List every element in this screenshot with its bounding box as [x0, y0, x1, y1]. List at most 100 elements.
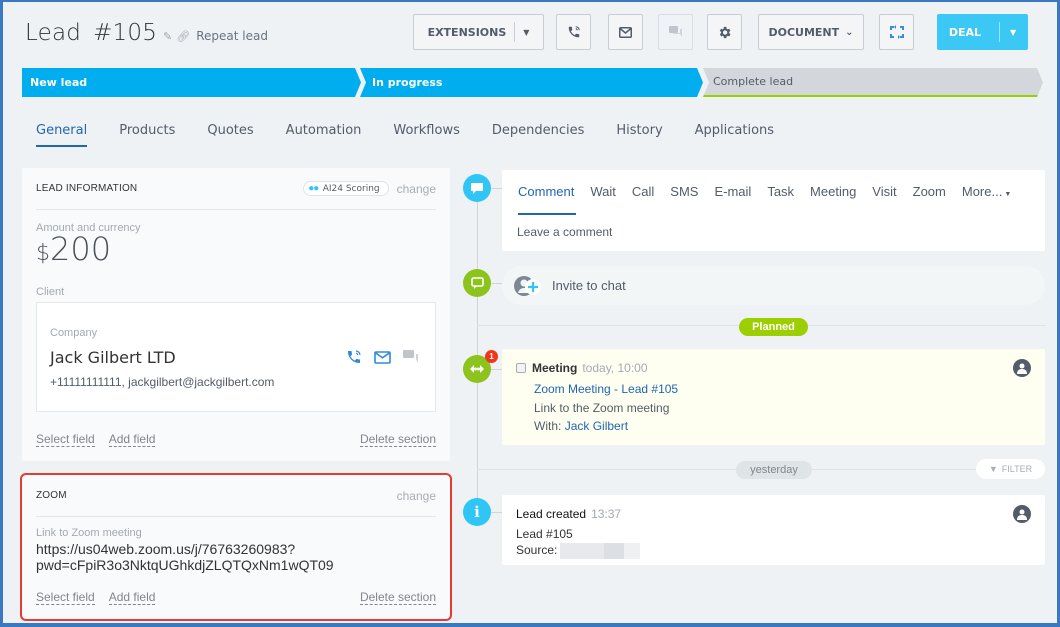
envelope-icon: [619, 26, 632, 38]
select-field-link[interactable]: Select field: [36, 432, 95, 447]
refresh-arrows-icon: [889, 25, 904, 39]
amount-number: 200: [50, 230, 112, 268]
ai-scoring-badge[interactable]: ⦁⦁ AI24 Scoring: [302, 181, 389, 196]
chat-bubbles-icon[interactable]: [403, 349, 419, 365]
lead-information-card: LEAD INFORMATION ⦁⦁ AI24 Scoring change …: [22, 168, 450, 461]
stage-label: Complete lead: [713, 75, 794, 88]
currency-symbol: $: [36, 241, 50, 266]
activity-tab-comment[interactable]: Comment: [518, 184, 574, 199]
tab-applications[interactable]: Applications: [695, 123, 774, 147]
amount-value[interactable]: $200: [36, 230, 111, 268]
company-label: Company: [50, 327, 98, 339]
tab-dependencies[interactable]: Dependencies: [492, 123, 585, 147]
comment-timeline-icon: [463, 174, 491, 202]
complete-checkbox[interactable]: [516, 363, 526, 373]
section-actions: Select field Add field Delete section: [36, 590, 436, 605]
participant-link[interactable]: Jack Gilbert: [565, 419, 628, 433]
invite-to-chat[interactable]: Invite to chat: [502, 266, 1045, 305]
activity-tab-zoom[interactable]: Zoom: [913, 184, 946, 199]
timeline-line: [477, 190, 478, 510]
activity-tab-more[interactable]: More... ▼: [962, 184, 1011, 199]
email-button[interactable]: [608, 14, 643, 50]
invite-label: Invite to chat: [552, 278, 626, 293]
chevron-down-icon: ⌄: [845, 26, 854, 38]
activity-tab-visit[interactable]: Visit: [872, 184, 896, 199]
activity-tab-meeting[interactable]: Meeting: [810, 184, 856, 199]
convert-button[interactable]: [879, 14, 914, 50]
activity-type: Lead created: [516, 507, 587, 521]
scoring-label: AI24 Scoring: [322, 183, 380, 194]
tab-workflows[interactable]: Workflows: [393, 123, 459, 147]
zoom-link-line: pwd=cFpiR3o3NktqUGhkdjZLQTQxNm1wQT09: [36, 557, 334, 573]
call-button[interactable]: [556, 14, 591, 50]
filter-icon: ▼: [988, 464, 998, 474]
comment-input[interactable]: Leave a comment: [517, 225, 612, 239]
zoom-link-label: Link to Zoom meeting: [36, 527, 142, 539]
activity-tab-wait[interactable]: Wait: [590, 184, 616, 199]
tab-history[interactable]: History: [616, 123, 662, 147]
client-box: Company Jack Gilbert LTD +11111111111, j…: [36, 302, 436, 412]
activity-tab-email[interactable]: E-mail: [714, 184, 751, 199]
activity-time: today, 10:00: [582, 361, 648, 375]
user-avatar-icon[interactable]: [1013, 359, 1031, 377]
lead-created-activity: Lead created 13:37 Lead #105 Source:: [502, 495, 1045, 565]
deal-button[interactable]: DEAL ▼: [937, 14, 1028, 50]
card-header: LEAD INFORMATION ⦁⦁ AI24 Scoring change: [36, 168, 436, 210]
deal-label: DEAL: [948, 25, 981, 39]
active-tab-underline: [518, 213, 576, 215]
zoom-meeting-link[interactable]: https://us04web.zoom.us/j/76763260983? p…: [36, 541, 334, 573]
card-title: ZOOM: [36, 490, 67, 501]
phone-icon[interactable]: [346, 349, 362, 365]
chevron-down-icon[interactable]: ▼: [523, 28, 529, 37]
activity-tab-call[interactable]: Call: [632, 184, 654, 199]
document-label: DOCUMENT: [768, 25, 840, 39]
stage-in-progress[interactable]: In progress: [360, 68, 703, 97]
meeting-description: Link to the Zoom meeting: [534, 401, 670, 415]
meeting-subject-link[interactable]: Zoom Meeting - Lead #105: [534, 382, 678, 396]
meeting-activity: Meeting today, 10:00 Zoom Meeting - Lead…: [502, 349, 1045, 445]
tab-products[interactable]: Products: [119, 123, 175, 147]
company-name[interactable]: Jack Gilbert LTD: [50, 348, 176, 367]
tab-automation[interactable]: Automation: [286, 123, 362, 147]
add-field-link[interactable]: Add field: [108, 590, 156, 605]
envelope-icon[interactable]: [374, 350, 391, 364]
tab-general[interactable]: General: [36, 123, 88, 147]
chat-button[interactable]: [658, 14, 693, 50]
settings-button[interactable]: [707, 14, 742, 50]
scoring-icon: ⦁⦁: [308, 183, 319, 194]
activity-tab-sms[interactable]: SMS: [670, 184, 698, 199]
pencil-icon[interactable]: ✎: [163, 30, 172, 43]
delete-section-link[interactable]: Delete section: [359, 432, 436, 447]
extensions-button[interactable]: EXTENSIONS ▼: [413, 14, 544, 50]
stage-new-lead[interactable]: New lead: [22, 68, 361, 97]
tab-quotes[interactable]: Quotes: [207, 123, 253, 147]
with-label: With:: [534, 419, 562, 433]
card-title: LEAD INFORMATION: [36, 183, 138, 194]
select-field-link[interactable]: Select field: [36, 590, 95, 605]
stage-label: In progress: [372, 76, 443, 89]
stage-complete-lead[interactable]: Complete lead: [703, 68, 1043, 97]
client-label: Client: [36, 286, 65, 298]
user-avatar-icon[interactable]: [1013, 505, 1031, 523]
stage-bar: New lead In progress Complete lead: [22, 68, 1048, 97]
timeline-divider: [477, 469, 977, 470]
change-link[interactable]: change: [397, 489, 436, 503]
activity-tab-task[interactable]: Task: [767, 184, 794, 199]
change-link[interactable]: change: [397, 182, 436, 196]
zoom-link-line: https://us04web.zoom.us/j/76763260983?: [36, 541, 296, 557]
filter-button[interactable]: ▼ FILTER: [976, 459, 1045, 479]
link-icon[interactable]: 🔗︎: [176, 30, 190, 43]
chat-bubbles-icon: [668, 26, 682, 37]
lead-detail-page: Lead #105 ✎ 🔗︎ Repeat lead EXTENSIONS ▼ D…: [3, 2, 1057, 623]
zoom-section-card: ZOOM change Link to Zoom meeting https:/…: [20, 473, 452, 621]
add-field-link[interactable]: Add field: [108, 432, 156, 447]
document-button[interactable]: DOCUMENT ⌄: [758, 14, 864, 50]
gear-icon: [719, 26, 731, 38]
stage-label: New lead: [30, 76, 88, 89]
page-header: Lead #105 ✎ 🔗︎ Repeat lead: [25, 20, 268, 46]
section-actions: Select field Add field Delete section: [36, 432, 436, 447]
repeat-lead-link[interactable]: Repeat lead: [196, 29, 268, 43]
chevron-down-icon[interactable]: ▼: [1010, 28, 1016, 37]
meeting-participants: With: Jack Gilbert: [534, 419, 628, 433]
delete-section-link[interactable]: Delete section: [359, 590, 436, 605]
